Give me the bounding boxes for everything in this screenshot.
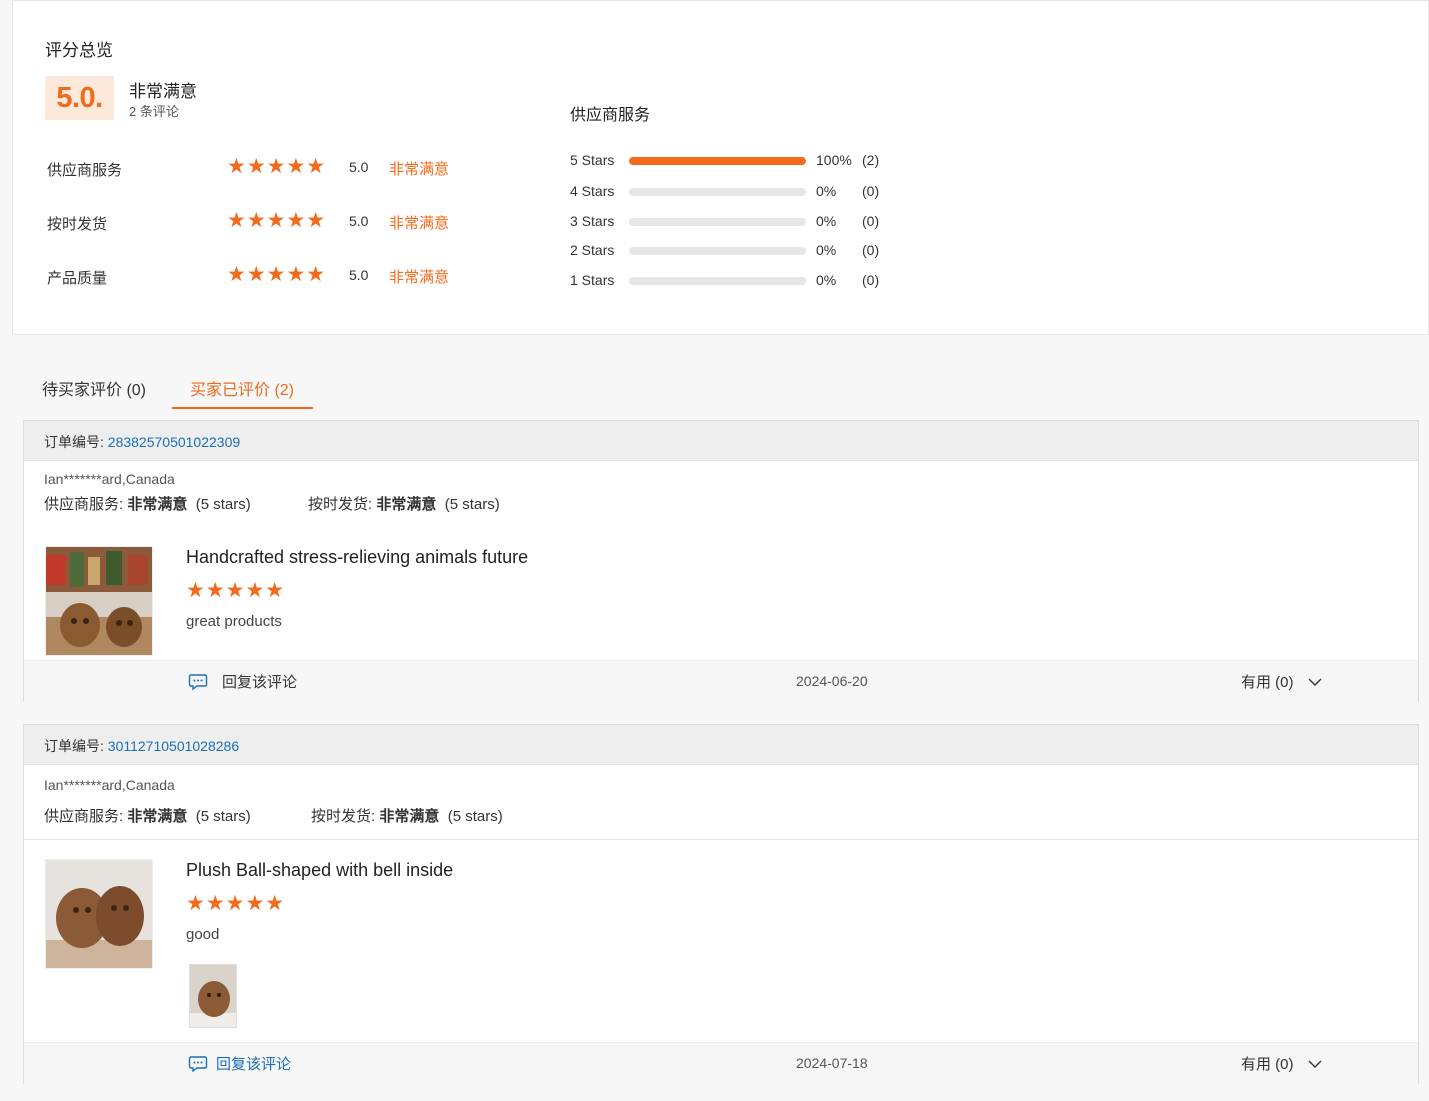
- distribution-percent: 0%: [816, 242, 837, 258]
- distribution-bar: [629, 247, 806, 255]
- reply-review-button[interactable]: 回复该评论: [188, 1053, 291, 1074]
- review-attachment-thumbnail[interactable]: [189, 964, 237, 1028]
- distribution-percent: 0%: [816, 272, 837, 288]
- tab-buyer-reviewed[interactable]: 买家已评价 (2): [190, 376, 294, 400]
- service-rating: 供应商服务: 非常满意 (5 stars): [44, 808, 251, 825]
- distribution-row: 4 Stars 0% (0): [570, 182, 910, 202]
- distribution-row: 2 Stars 0% (0): [570, 241, 910, 261]
- review-text: great products: [186, 613, 282, 630]
- chevron-down-icon: [1308, 678, 1322, 686]
- review-card-header: 订单编号: 30112710501028286: [24, 725, 1418, 765]
- order-id-link[interactable]: 28382570501022309: [108, 434, 240, 450]
- star-rating-icon: ★★★★★: [227, 155, 327, 178]
- comment-bubble-icon: [188, 1055, 208, 1072]
- category-row-supplier-service: 供应商服务 ★★★★★ 5.0 非常满意: [47, 156, 487, 180]
- product-thumbnail[interactable]: [45, 859, 153, 969]
- distribution-count: (2): [862, 152, 880, 168]
- reply-label: 回复该评论: [216, 1056, 292, 1073]
- shipping-rating: 按时发货: 非常满意 (5 stars): [308, 496, 500, 513]
- category-score: 5.0: [349, 213, 369, 229]
- distribution-bar-fill: [629, 157, 806, 165]
- distribution-title: 供应商服务: [570, 107, 651, 124]
- distribution-row: 1 Stars 0% (0): [570, 271, 910, 291]
- category-label: 非常满意: [389, 269, 450, 286]
- distribution-label: 5 Stars: [570, 152, 615, 168]
- category-label: 非常满意: [389, 161, 450, 178]
- distribution-bar: [629, 157, 806, 165]
- chevron-down-icon: [1308, 1060, 1322, 1068]
- distribution-row: 5 Stars 100% (2): [570, 151, 910, 171]
- overall-score-label: 非常满意: [129, 82, 197, 101]
- distribution-bar: [629, 188, 806, 196]
- buyer-name: Ian*******ard,Canada: [44, 471, 175, 487]
- reply-review-button[interactable]: 回复该评论: [188, 671, 297, 692]
- category-row-product-quality: 产品质量 ★★★★★ 5.0 非常满意: [47, 264, 487, 288]
- overview-title: 评分总览: [45, 41, 113, 60]
- category-name: 产品质量: [47, 270, 108, 287]
- review-text: good: [186, 926, 220, 943]
- helpful-button[interactable]: 有用 (0): [1241, 671, 1322, 692]
- star-rating-icon: ★★★★★: [227, 263, 327, 286]
- overall-score: 5.0.: [45, 76, 114, 120]
- review-ratings-line: 供应商服务: 非常满意 (5 stars) 按时发货: 非常满意 (5 stars…: [44, 493, 500, 514]
- product-photo-image: [46, 547, 152, 655]
- distribution-bar: [629, 218, 806, 226]
- review-card-footer: 回复该评论 2024-07-18 有用 (0): [24, 1042, 1418, 1084]
- category-score: 5.0: [349, 159, 369, 175]
- attachment-photo-image: [190, 965, 236, 1027]
- helpful-button[interactable]: 有用 (0): [1241, 1053, 1322, 1074]
- helpful-label: 有用 (0): [1241, 674, 1294, 691]
- product-thumbnail[interactable]: [45, 546, 153, 656]
- category-row-on-time-shipping: 按时发货 ★★★★★ 5.0 非常满意: [47, 210, 487, 234]
- review-star-icons: ★★★★★: [186, 892, 286, 915]
- active-tab-indicator: [172, 407, 313, 409]
- product-photo-image: [46, 860, 152, 968]
- distribution-count: (0): [862, 242, 880, 258]
- review-count: 2 条评论: [129, 104, 179, 119]
- product-title[interactable]: Handcrafted stress-relieving animals fut…: [186, 547, 528, 568]
- distribution-count: (0): [862, 183, 880, 199]
- distribution-row: 3 Stars 0% (0): [570, 212, 910, 232]
- category-label: 非常满意: [389, 215, 450, 232]
- distribution-label: 4 Stars: [570, 183, 615, 199]
- order-number-label: 订单编号: 28382570501022309: [44, 434, 241, 450]
- rating-overview-panel: 评分总览 5.0. 非常满意 2 条评论 供应商服务 ★★★★★ 5.0 非常满…: [12, 0, 1429, 335]
- shipping-rating: 按时发货: 非常满意 (5 stars): [311, 808, 503, 825]
- buyer-name: Ian*******ard,Canada: [44, 777, 175, 793]
- review-ratings-line: 供应商服务: 非常满意 (5 stars) 按时发货: 非常满意 (5 stars…: [44, 805, 503, 826]
- order-number-label: 订单编号: 30112710501028286: [44, 738, 240, 754]
- review-date: 2024-07-18: [796, 1055, 868, 1071]
- distribution-percent: 0%: [816, 213, 837, 229]
- distribution-count: (0): [862, 213, 880, 229]
- divider: [24, 839, 1418, 840]
- review-date: 2024-06-20: [796, 673, 868, 689]
- review-card: 订单编号: 28382570501022309 Ian*******ard,Ca…: [23, 420, 1419, 702]
- category-name: 按时发货: [47, 216, 108, 233]
- distribution-bar: [629, 277, 806, 285]
- star-rating-icon: ★★★★★: [227, 209, 327, 232]
- product-title[interactable]: Plush Ball-shaped with bell inside: [186, 860, 453, 881]
- category-score: 5.0: [349, 267, 369, 283]
- review-card-header: 订单编号: 28382570501022309: [24, 421, 1418, 461]
- distribution-label: 2 Stars: [570, 242, 615, 258]
- distribution-percent: 100%: [816, 152, 852, 168]
- order-id-link[interactable]: 30112710501028286: [108, 738, 239, 754]
- distribution-count: (0): [862, 272, 880, 288]
- tab-pending-reviews[interactable]: 待买家评价 (0): [42, 376, 146, 400]
- helpful-label: 有用 (0): [1241, 1056, 1294, 1073]
- comment-bubble-icon: [188, 673, 208, 690]
- reply-label: 回复该评论: [222, 674, 298, 691]
- distribution-label: 3 Stars: [570, 213, 615, 229]
- category-name: 供应商服务: [47, 162, 123, 179]
- review-card-footer: 回复该评论 2024-06-20 有用 (0): [24, 660, 1418, 702]
- review-star-icons: ★★★★★: [186, 579, 286, 602]
- review-card: 订单编号: 30112710501028286 Ian*******ard,Ca…: [23, 724, 1419, 1084]
- distribution-label: 1 Stars: [570, 272, 615, 288]
- distribution-percent: 0%: [816, 183, 837, 199]
- service-rating: 供应商服务: 非常满意 (5 stars): [44, 496, 251, 513]
